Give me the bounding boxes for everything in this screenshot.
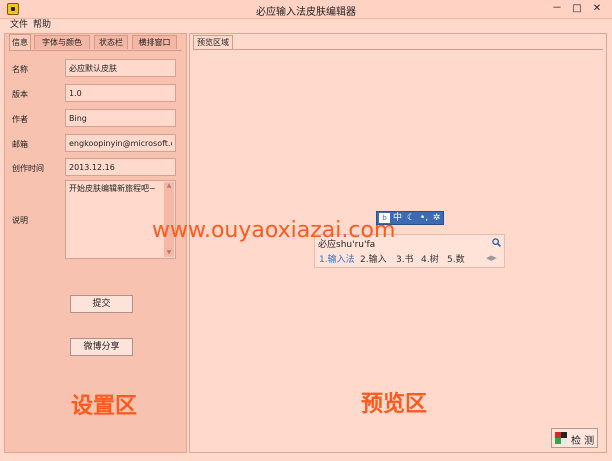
email-input[interactable]	[65, 134, 176, 152]
candidate-item[interactable]: 3.书	[396, 252, 414, 265]
candidate-item[interactable]: 5.数	[447, 252, 465, 265]
page-nav-arrows-icon[interactable]: ◀▶	[486, 254, 497, 262]
preview-tab-divider	[193, 49, 603, 50]
punctuation-icon[interactable]: •,	[419, 212, 429, 224]
tab-info[interactable]: 信息	[9, 34, 31, 50]
version-label: 版本	[12, 90, 28, 99]
created-input[interactable]	[65, 158, 176, 176]
moon-icon[interactable]: ☾	[406, 212, 416, 224]
tab-horizontal-window[interactable]: 横排窗口	[132, 35, 177, 49]
tab-status-bar[interactable]: 状态栏	[94, 35, 128, 49]
settings-zone-label: 设置区	[71, 394, 138, 419]
menu-bar: 文件 帮助	[0, 19, 612, 31]
candidate-item[interactable]: 1.输入法	[319, 252, 355, 265]
title-bar: 必应输入法皮肤编辑器 － □ ✕	[0, 0, 612, 19]
menu-help[interactable]: 帮助	[33, 19, 51, 31]
email-label: 邮箱	[12, 140, 28, 149]
window-title: 必应输入法皮肤编辑器	[256, 7, 356, 18]
description-label: 说明	[12, 216, 28, 225]
detect-button-label: 检 测	[571, 436, 595, 447]
detect-button[interactable]: 检 测	[551, 428, 598, 448]
author-input[interactable]	[65, 109, 176, 127]
maximize-button[interactable]: □	[568, 2, 586, 16]
detect-grid-icon	[555, 432, 567, 444]
version-input[interactable]	[65, 84, 176, 102]
author-label: 作者	[12, 115, 28, 124]
tab-preview-area[interactable]: 预览区域	[193, 35, 233, 49]
settings-panel: 信息 字体与颜色 状态栏 横排窗口 名称 版本 作者 邮箱 创作时间 说明 开始…	[4, 33, 187, 453]
menu-file[interactable]: 文件	[10, 19, 28, 31]
watermark-text: www.ouyaoxiazai.com	[152, 218, 396, 243]
minimize-button[interactable]: －	[548, 2, 566, 16]
preview-zone-label: 预览区	[361, 392, 428, 417]
candidate-item[interactable]: 4.树	[421, 252, 439, 265]
name-label: 名称	[12, 65, 28, 74]
close-button[interactable]: ✕	[588, 2, 606, 16]
weibo-share-button[interactable]: 微博分享	[70, 338, 133, 356]
search-icon[interactable]	[492, 238, 501, 247]
preview-panel: 预览区域 b 中 ☾ •, ✲ 必应shu'ru'fa 1.输入法 2.输入 3…	[189, 33, 607, 453]
settings-icon[interactable]: ✲	[431, 212, 442, 224]
scroll-up-icon[interactable]: ▲	[164, 182, 174, 190]
name-input[interactable]	[65, 59, 176, 77]
created-label: 创作时间	[12, 164, 44, 173]
tab-font-color[interactable]: 字体与颜色	[34, 35, 90, 49]
scroll-down-icon[interactable]: ▼	[164, 249, 174, 257]
tab-divider	[9, 50, 182, 51]
submit-button[interactable]: 提交	[70, 295, 133, 313]
candidate-item[interactable]: 2.输入	[360, 252, 387, 265]
